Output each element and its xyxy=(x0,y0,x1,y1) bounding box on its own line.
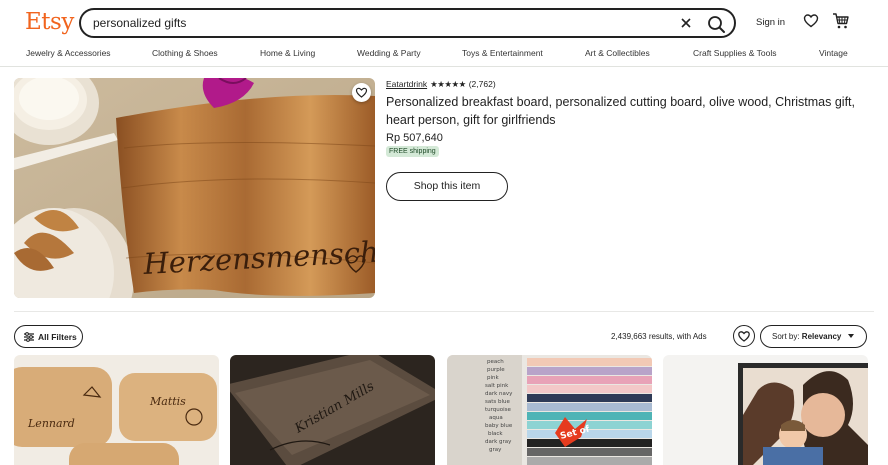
color-label: turquoise xyxy=(485,407,512,413)
search-icon[interactable] xyxy=(705,13,727,35)
category-jewelry[interactable]: Jewelry & Accessories xyxy=(26,48,111,58)
etsy-logo[interactable]: Etsy xyxy=(25,9,74,35)
category-clothing[interactable]: Clothing & Shoes xyxy=(152,48,218,58)
rating-count: (2,762) xyxy=(468,79,496,89)
color-label: dark navy xyxy=(485,391,513,397)
listing-card-1[interactable]: Lennard Mattis xyxy=(14,355,219,465)
free-shipping-badge: FREE shipping xyxy=(386,146,439,157)
caret-down-icon xyxy=(848,334,854,338)
sort-value: Relevancy xyxy=(801,332,842,341)
color-label: salt pink xyxy=(485,383,509,389)
sign-in-link[interactable]: Sign in xyxy=(756,17,785,28)
category-vintage[interactable]: Vintage xyxy=(819,48,848,58)
listing-card-3[interactable]: peach purple pink salt pink dark navy sa… xyxy=(447,355,652,465)
results-count: 2,439,663 results, with Ads xyxy=(611,332,707,341)
cart-icon[interactable] xyxy=(832,12,850,30)
all-filters-label: All Filters xyxy=(38,332,77,342)
header: Etsy personalized gifts Sign in xyxy=(0,0,888,44)
category-wedding[interactable]: Wedding & Party xyxy=(357,48,421,58)
category-home[interactable]: Home & Living xyxy=(260,48,315,58)
shop-name-link[interactable]: Eatartdrink xyxy=(386,79,427,89)
filter-icon xyxy=(24,332,34,342)
category-toys[interactable]: Toys & Entertainment xyxy=(462,48,543,58)
shop-rating-row: Eatartdrink ★★★★★ (2,762) xyxy=(386,79,496,90)
color-label: purple xyxy=(487,367,505,373)
ad-listing-image[interactable]: Herzensmensch xyxy=(14,78,375,298)
favorite-heart-icon[interactable] xyxy=(352,83,371,102)
close-icon[interactable] xyxy=(678,15,694,31)
shop-this-item-button[interactable]: Shop this item xyxy=(386,172,508,201)
star-rating: ★★★★★ xyxy=(430,79,466,89)
category-nav: Jewelry & Accessories Clothing & Shoes H… xyxy=(0,46,888,66)
category-craft[interactable]: Craft Supplies & Tools xyxy=(693,48,776,58)
color-label: pink xyxy=(487,375,500,381)
listing-card-2[interactable]: Kristian Mills xyxy=(230,355,435,465)
listing-card-4[interactable] xyxy=(663,355,868,465)
ads-info-button[interactable] xyxy=(733,325,755,347)
board-text-1: Lennard xyxy=(27,417,75,430)
sort-dropdown[interactable]: Sort by: Relevancy xyxy=(760,325,867,348)
section-divider xyxy=(14,311,874,312)
heart-outline-icon xyxy=(738,331,750,342)
search-input[interactable]: personalized gifts xyxy=(93,16,186,30)
board-text-2: Mattis xyxy=(149,395,186,408)
sort-label: Sort by: Relevancy xyxy=(772,332,841,341)
category-art[interactable]: Art & Collectibles xyxy=(585,48,650,58)
color-label: aqua xyxy=(489,415,503,421)
color-label: baby blue xyxy=(485,423,513,429)
search-bar[interactable]: personalized gifts xyxy=(79,8,736,38)
price: Rp 507,640 xyxy=(386,132,443,144)
all-filters-button[interactable]: All Filters xyxy=(14,325,83,348)
ad-listing-title[interactable]: Personalized breakfast board, personaliz… xyxy=(386,94,876,129)
sort-prefix: Sort by: xyxy=(772,332,802,341)
color-label: black xyxy=(488,431,503,437)
header-divider xyxy=(0,66,888,67)
color-label: gray xyxy=(489,447,502,453)
heart-icon[interactable] xyxy=(803,13,819,29)
color-label: sats blue xyxy=(485,399,511,405)
color-label: peach xyxy=(487,359,504,365)
color-label: dark gray xyxy=(485,439,512,445)
